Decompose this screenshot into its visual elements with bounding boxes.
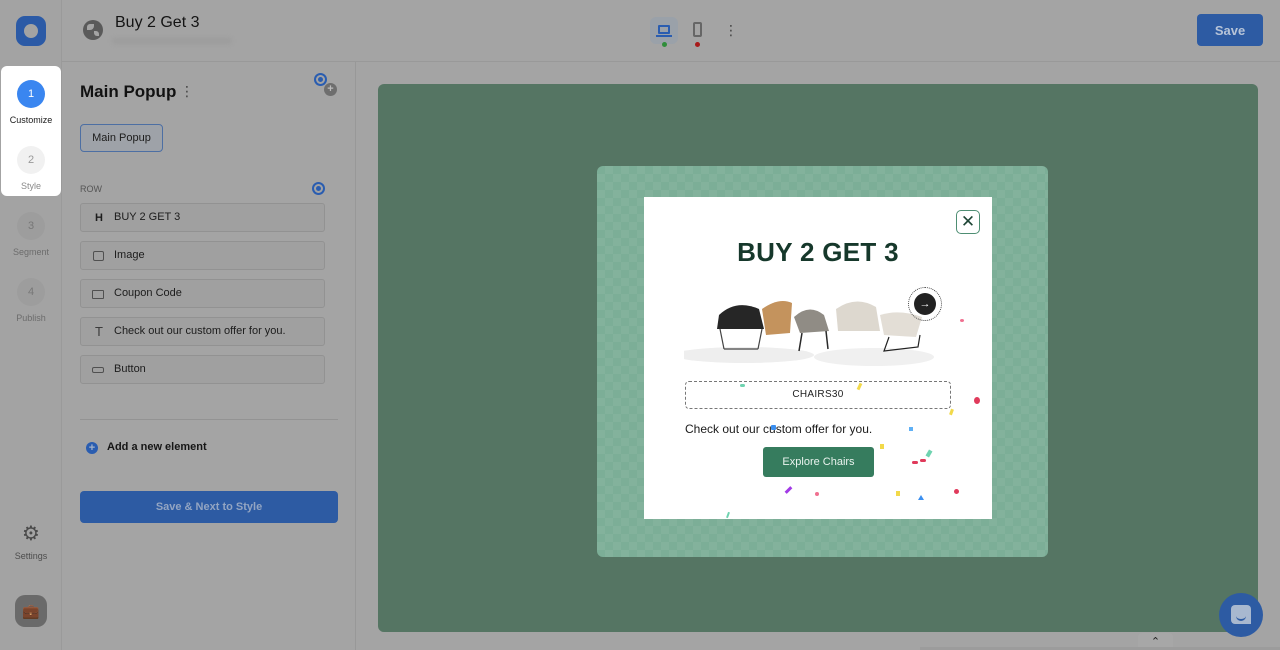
popup-heading[interactable]: BUY 2 GET 3 bbox=[644, 237, 992, 268]
step-style[interactable]: 2 Style bbox=[0, 146, 62, 191]
element-button[interactable]: Button bbox=[80, 355, 325, 384]
app-logo[interactable] bbox=[16, 16, 46, 46]
row-target-icon[interactable] bbox=[312, 182, 325, 195]
confetti bbox=[896, 491, 900, 496]
confetti bbox=[726, 511, 730, 519]
step-number: 2 bbox=[17, 146, 45, 174]
chat-widget-button[interactable] bbox=[1219, 593, 1263, 637]
step-number: 3 bbox=[17, 212, 45, 240]
confetti bbox=[918, 495, 924, 500]
save-button[interactable]: Save bbox=[1197, 14, 1263, 46]
briefcase-icon[interactable]: 💼 bbox=[15, 595, 47, 627]
step-segment[interactable]: 3 Segment bbox=[0, 212, 62, 257]
editor-panel: Main Popup ⋮ + Main Popup ROW H BUY 2 GE… bbox=[62, 62, 356, 650]
chairs-image[interactable] bbox=[684, 285, 944, 373]
row-label: ROW bbox=[80, 184, 102, 194]
save-next-button[interactable]: Save & Next to Style bbox=[80, 491, 338, 523]
confetti bbox=[974, 397, 980, 404]
popup-text[interactable]: Check out our custom offer for you. bbox=[685, 422, 872, 436]
desktop-status-dot bbox=[662, 42, 667, 47]
left-rail: 1 Customize 2 Style 3 Segment 4 Publish … bbox=[0, 0, 62, 650]
close-icon[interactable]: ✕ bbox=[956, 210, 980, 234]
element-label: Coupon Code bbox=[114, 287, 182, 299]
panel-more-icon[interactable]: ⋮ bbox=[180, 83, 194, 100]
preview-canvas: ✕ BUY 2 GET 3 → CHAIRS30 Check out our c… bbox=[378, 84, 1258, 632]
desktop-icon bbox=[658, 25, 670, 34]
step-label: Style bbox=[20, 181, 41, 191]
step-customize[interactable]: 1 Customize bbox=[0, 80, 62, 125]
heading-icon: H bbox=[95, 212, 103, 224]
element-coupon[interactable]: Coupon Code bbox=[80, 279, 325, 308]
confetti bbox=[815, 492, 819, 496]
settings-button[interactable]: ⚙ Settings bbox=[0, 523, 62, 561]
shadow bbox=[814, 348, 934, 366]
element-label: BUY 2 GET 3 bbox=[114, 211, 181, 223]
top-bar: Buy 2 Get 3 ⋮ Save bbox=[62, 0, 1280, 62]
confetti bbox=[909, 427, 913, 431]
settings-label: Settings bbox=[14, 551, 48, 561]
mobile-view-button[interactable] bbox=[693, 22, 702, 37]
step-label: Customize bbox=[9, 115, 53, 125]
mobile-status-dot bbox=[695, 42, 700, 47]
element-label: Check out our custom offer for you. bbox=[114, 325, 286, 337]
chair-cream bbox=[836, 301, 880, 331]
coupon-icon bbox=[92, 290, 104, 299]
confetti bbox=[954, 489, 959, 494]
image-icon bbox=[93, 251, 104, 261]
step-label: Publish bbox=[16, 313, 46, 323]
step-publish[interactable]: 4 Publish bbox=[0, 278, 62, 323]
plus-circle-icon: + bbox=[86, 442, 98, 454]
gear-icon: ⚙ bbox=[22, 523, 40, 545]
panel-title: Main Popup bbox=[80, 82, 177, 101]
confetti bbox=[949, 408, 954, 416]
confetti bbox=[912, 461, 918, 464]
confetti bbox=[784, 486, 793, 494]
divider bbox=[80, 419, 338, 420]
text-icon: T bbox=[95, 324, 103, 339]
add-popup-icon[interactable]: + bbox=[324, 83, 337, 96]
element-image[interactable]: Image bbox=[80, 241, 325, 270]
campaign-subtitle-blurred bbox=[112, 38, 232, 44]
chat-bubble-icon bbox=[1231, 605, 1251, 624]
explore-chairs-button[interactable]: Explore Chairs bbox=[763, 447, 874, 477]
confetti bbox=[925, 449, 933, 458]
chair-black bbox=[717, 305, 764, 329]
globe-icon bbox=[83, 20, 103, 40]
chair-grey bbox=[794, 309, 829, 333]
popup-chip[interactable]: Main Popup bbox=[80, 124, 163, 152]
confetti bbox=[771, 425, 776, 430]
coupon-code[interactable]: CHAIRS30 bbox=[685, 381, 951, 409]
confetti bbox=[880, 444, 884, 449]
button-icon bbox=[92, 367, 104, 373]
chair-tan bbox=[762, 301, 792, 335]
popup-preview: ✕ BUY 2 GET 3 → CHAIRS30 Check out our c… bbox=[644, 197, 992, 519]
step-number: 4 bbox=[17, 278, 45, 306]
desktop-icon-base bbox=[656, 35, 672, 37]
confetti bbox=[920, 459, 926, 462]
confetti bbox=[740, 384, 745, 387]
element-label: Image bbox=[114, 249, 145, 261]
confetti bbox=[960, 319, 964, 322]
popup-overlay: ✕ BUY 2 GET 3 → CHAIRS30 Check out our c… bbox=[597, 166, 1048, 557]
element-label: Button bbox=[114, 363, 146, 375]
campaign-title[interactable]: Buy 2 Get 3 bbox=[115, 14, 200, 32]
step-label: Segment bbox=[12, 247, 50, 257]
element-heading[interactable]: H BUY 2 GET 3 bbox=[80, 203, 325, 232]
arrow-right-icon[interactable]: → bbox=[914, 293, 936, 315]
more-options-icon[interactable]: ⋮ bbox=[724, 21, 738, 39]
add-element-label: Add a new element bbox=[107, 441, 207, 453]
step-number: 1 bbox=[17, 80, 45, 108]
element-text[interactable]: T Check out our custom offer for you. bbox=[80, 317, 325, 346]
desktop-view-button[interactable] bbox=[650, 17, 678, 44]
